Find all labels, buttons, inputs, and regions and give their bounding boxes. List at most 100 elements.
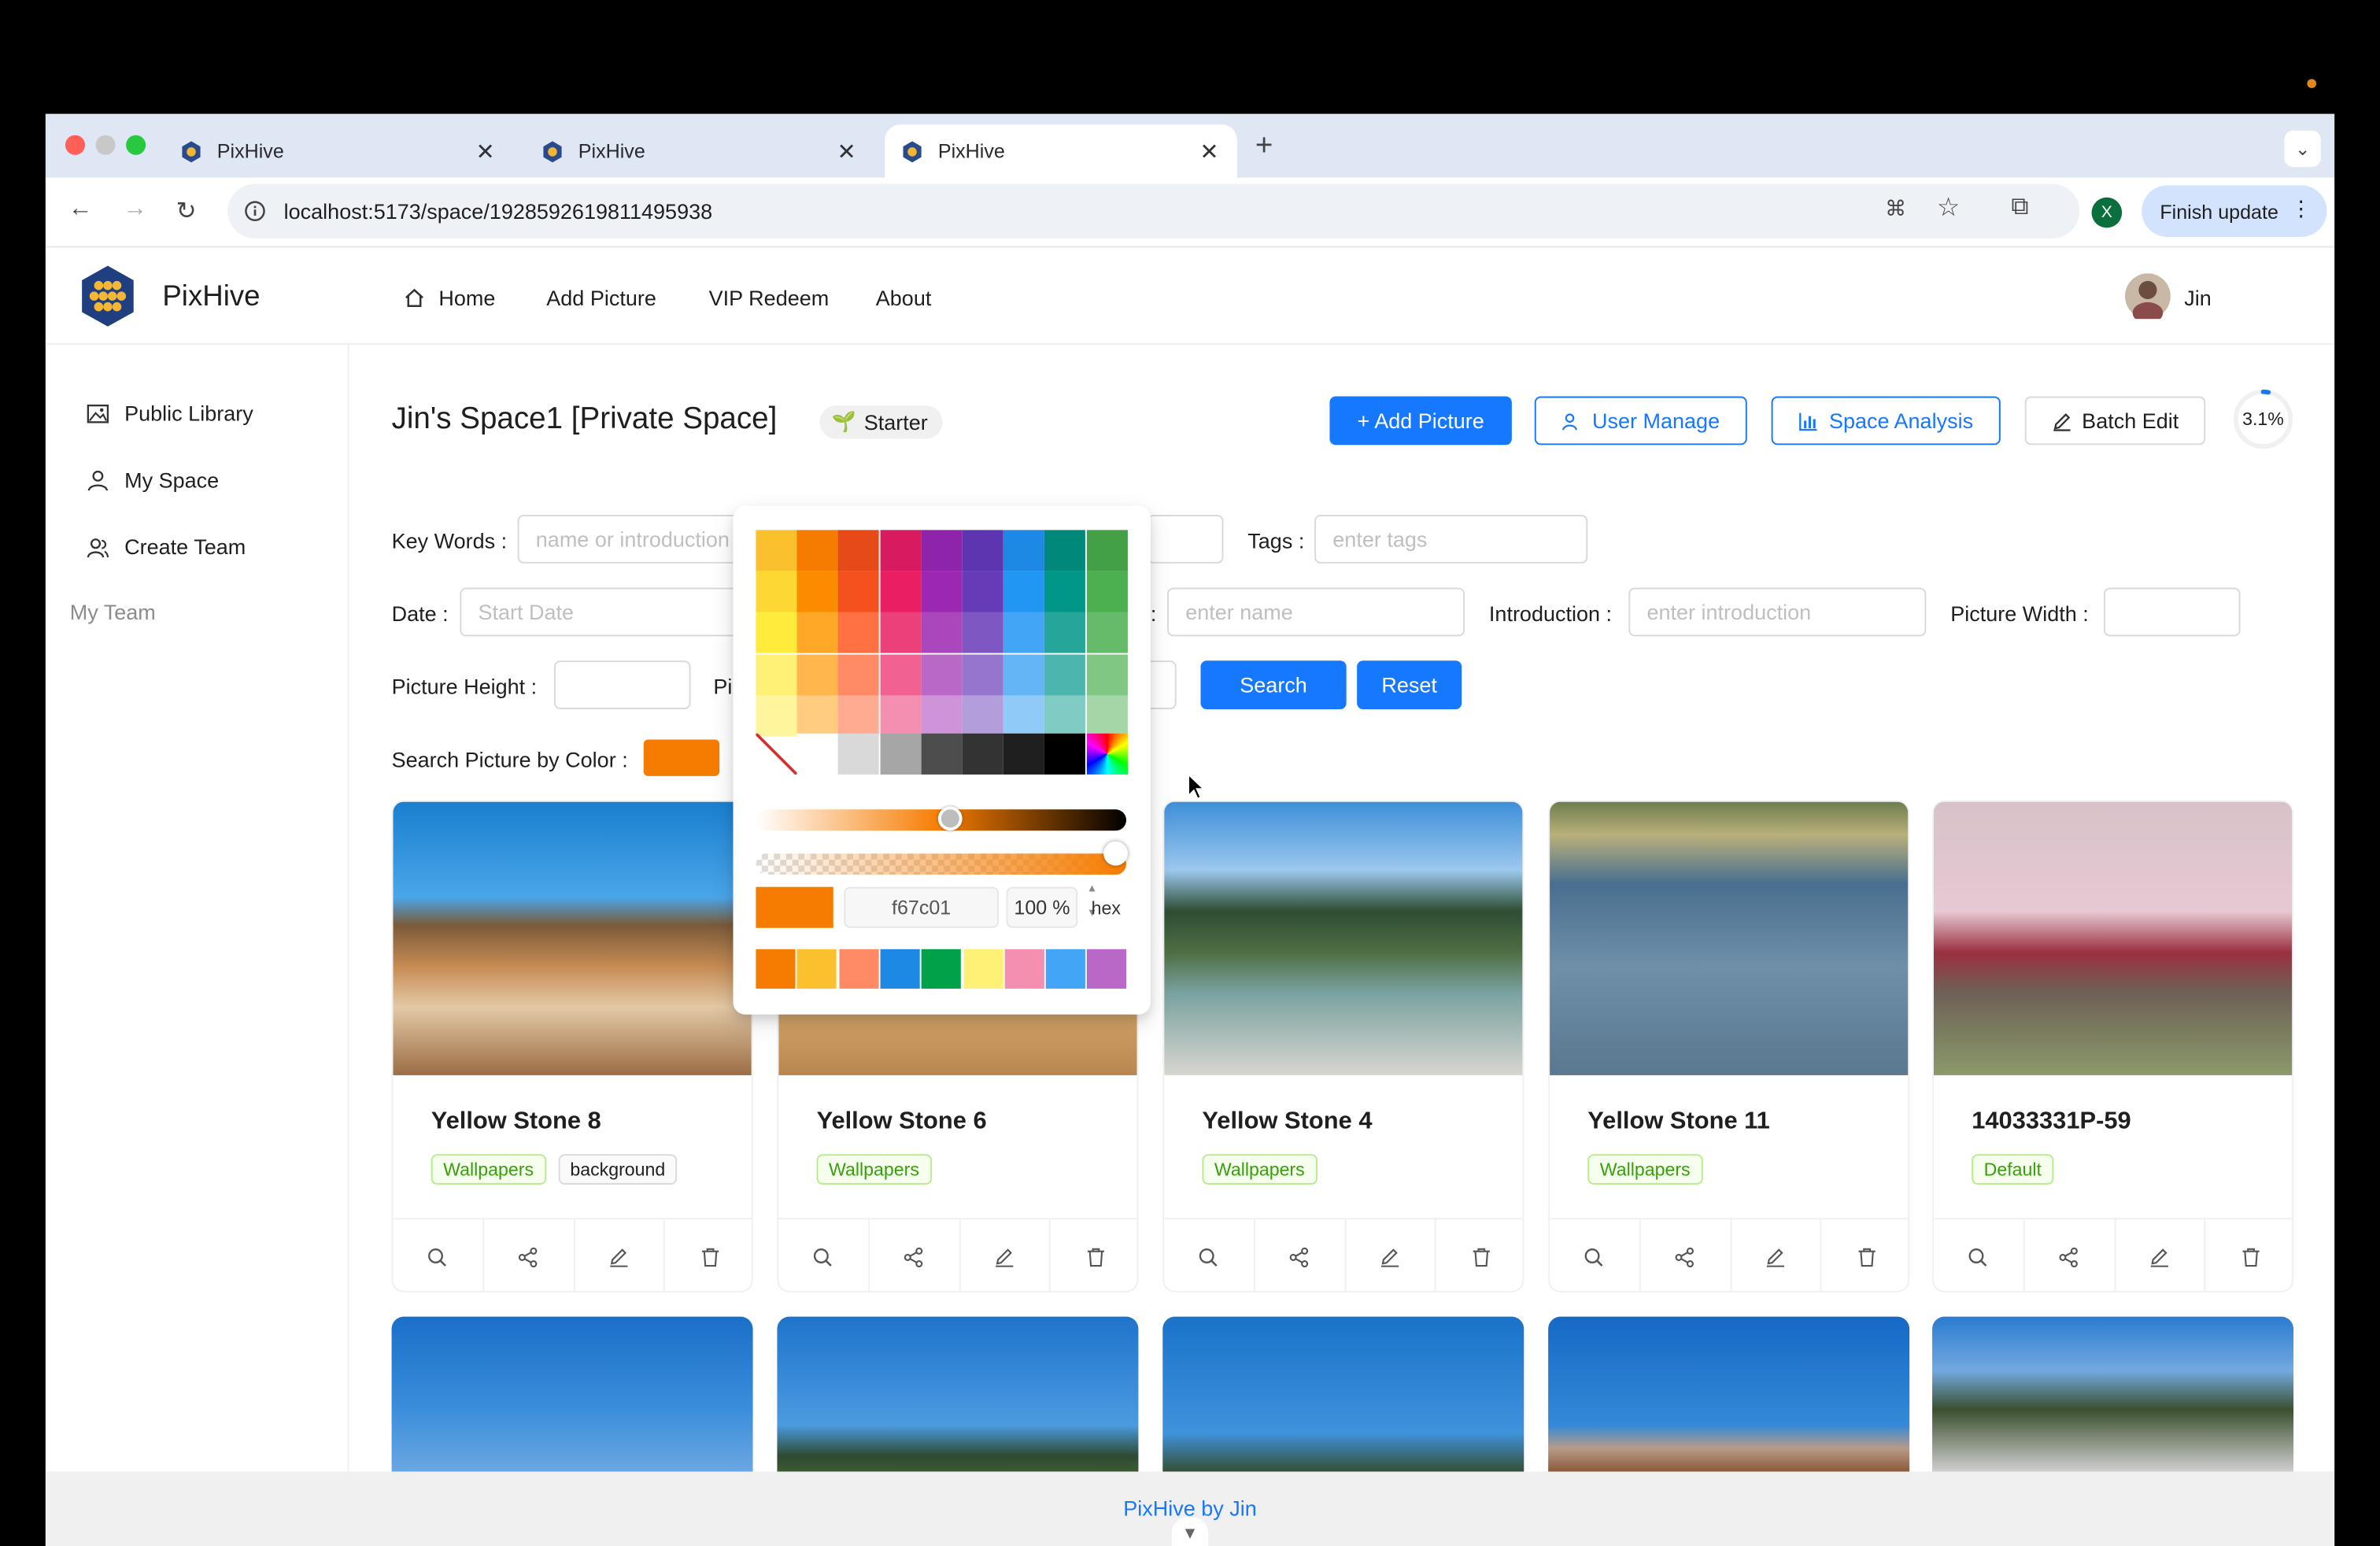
gray-swatch[interactable]: [838, 733, 880, 775]
picture-thumbnail[interactable]: [1164, 801, 1523, 1075]
preset-color-swatch[interactable]: [1004, 949, 1044, 989]
palette-swatch[interactable]: [921, 612, 963, 654]
picture-card[interactable]: Yellow Stone 11 Wallpapers: [1548, 800, 1910, 1293]
palette-swatch[interactable]: [796, 571, 838, 612]
preset-color-swatch[interactable]: [756, 949, 796, 989]
picture-thumbnail[interactable]: [1548, 1316, 1910, 1472]
palette-swatch[interactable]: [962, 653, 1003, 695]
share-action[interactable]: [2024, 1219, 2116, 1291]
search-action[interactable]: [393, 1219, 484, 1291]
gray-swatch[interactable]: [1044, 733, 1086, 775]
picture-thumbnail[interactable]: [777, 1316, 1139, 1472]
palette-swatch[interactable]: [1044, 571, 1086, 612]
introduction-input[interactable]: enter introduction: [1628, 587, 1927, 637]
browser-tab-1[interactable]: PixHive ✕: [164, 124, 513, 178]
preset-color-swatch[interactable]: [963, 949, 1003, 989]
picture-thumbnail[interactable]: [391, 1316, 753, 1472]
edit-action[interactable]: [1346, 1219, 1436, 1291]
palette-swatch[interactable]: [1044, 695, 1086, 737]
back-arrow-icon[interactable]: ←: [68, 196, 93, 224]
nav-home[interactable]: Home: [438, 286, 495, 310]
palette-swatch[interactable]: [921, 530, 963, 571]
palette-swatch[interactable]: [921, 695, 963, 737]
profile-avatar[interactable]: X: [2091, 197, 2123, 228]
minimize-window-button[interactable]: [95, 135, 116, 155]
palette-swatch[interactable]: [756, 612, 797, 654]
search-action[interactable]: [1164, 1219, 1255, 1291]
forward-arrow-icon[interactable]: →: [123, 196, 147, 224]
share-action[interactable]: [1640, 1219, 1731, 1291]
edit-action[interactable]: [575, 1219, 666, 1291]
preset-color-swatch[interactable]: [1045, 949, 1086, 989]
preset-color-swatch[interactable]: [1087, 949, 1127, 989]
palette-swatch[interactable]: [796, 612, 838, 654]
sidebar-item-create-team[interactable]: Create Team: [87, 534, 246, 559]
delete-action[interactable]: [1436, 1219, 1522, 1291]
edit-action[interactable]: [1731, 1219, 1822, 1291]
preset-color-swatch[interactable]: [838, 949, 878, 989]
browser-tab-3-active[interactable]: PixHive ✕: [885, 124, 1237, 178]
palette-swatch[interactable]: [879, 571, 921, 612]
tags-input[interactable]: enter tags: [1314, 515, 1588, 564]
palette-swatch[interactable]: [796, 653, 838, 695]
palette-swatch[interactable]: [838, 695, 880, 737]
palette-swatch[interactable]: [1086, 695, 1128, 737]
user-name[interactable]: Jin: [2184, 286, 2212, 310]
user-avatar[interactable]: [2124, 273, 2171, 320]
gray-swatch[interactable]: [921, 733, 963, 775]
site-info-icon[interactable]: [244, 201, 265, 222]
picture-height-input[interactable]: [553, 660, 691, 709]
no-color-swatch[interactable]: [756, 733, 797, 775]
palette-swatch[interactable]: [1003, 571, 1045, 612]
name-input[interactable]: enter name: [1167, 587, 1465, 637]
palette-swatch[interactable]: [921, 571, 963, 612]
palette-swatch[interactable]: [1086, 530, 1128, 571]
palette-swatch[interactable]: [756, 571, 797, 612]
palette-swatch[interactable]: [879, 695, 921, 737]
hex-input[interactable]: f67c01: [844, 886, 999, 928]
nav-about[interactable]: About: [876, 286, 932, 310]
edit-action[interactable]: [2115, 1219, 2206, 1291]
palette-swatch[interactable]: [962, 612, 1003, 654]
gray-swatch[interactable]: [879, 733, 921, 775]
palette-swatch[interactable]: [879, 653, 921, 695]
palette-swatch[interactable]: [879, 530, 921, 571]
palette-swatch[interactable]: [962, 530, 1003, 571]
reload-icon[interactable]: ↻: [176, 196, 197, 227]
palette-swatch[interactable]: [838, 530, 880, 571]
share-action[interactable]: [870, 1219, 960, 1291]
palette-swatch[interactable]: [1003, 530, 1045, 571]
browser-tab-2[interactable]: PixHive ✕: [525, 124, 874, 178]
palette-swatch[interactable]: [838, 571, 880, 612]
preset-color-swatch[interactable]: [922, 949, 962, 989]
palette-swatch[interactable]: [1086, 653, 1128, 695]
add-picture-button[interactable]: + Add Picture: [1329, 396, 1512, 446]
share-action[interactable]: [1255, 1219, 1346, 1291]
sidebar-item-my-space[interactable]: My Space: [87, 468, 219, 492]
gray-swatch[interactable]: [962, 733, 1003, 775]
palette-swatch[interactable]: [796, 530, 838, 571]
tab-search-chevron-icon[interactable]: ⌄: [2284, 130, 2321, 168]
shade-slider-handle[interactable]: [937, 806, 963, 831]
user-manage-button[interactable]: User Manage: [1534, 396, 1747, 446]
close-tab-icon[interactable]: ✕: [1199, 139, 1218, 165]
delete-action[interactable]: [1822, 1219, 1908, 1291]
address-bar[interactable]: localhost:5173/space/1928592619811495938…: [227, 183, 2080, 239]
picture-card[interactable]: Yellow Stone 8 Wallpapers background: [391, 800, 753, 1293]
palette-swatch[interactable]: [756, 530, 797, 571]
delete-action[interactable]: [665, 1219, 751, 1291]
search-action[interactable]: [1934, 1219, 2025, 1291]
close-tab-icon[interactable]: ✕: [837, 139, 856, 165]
palette-swatch[interactable]: [1086, 612, 1128, 654]
keywords-input[interactable]: name or introduction: [517, 515, 745, 564]
palette-swatch[interactable]: [1044, 612, 1086, 654]
picture-thumbnail[interactable]: [1932, 1316, 2294, 1472]
nav-add-picture[interactable]: Add Picture: [546, 286, 656, 310]
space-analysis-button[interactable]: Space Analysis: [1771, 396, 2001, 446]
reset-button[interactable]: Reset: [1357, 660, 1462, 709]
search-button[interactable]: Search: [1200, 660, 1347, 709]
batch-edit-button[interactable]: Batch Edit: [2024, 396, 2206, 446]
palette-swatch[interactable]: [1086, 571, 1128, 612]
palette-swatch[interactable]: [879, 612, 921, 654]
new-tab-icon[interactable]: +: [1255, 129, 1273, 164]
